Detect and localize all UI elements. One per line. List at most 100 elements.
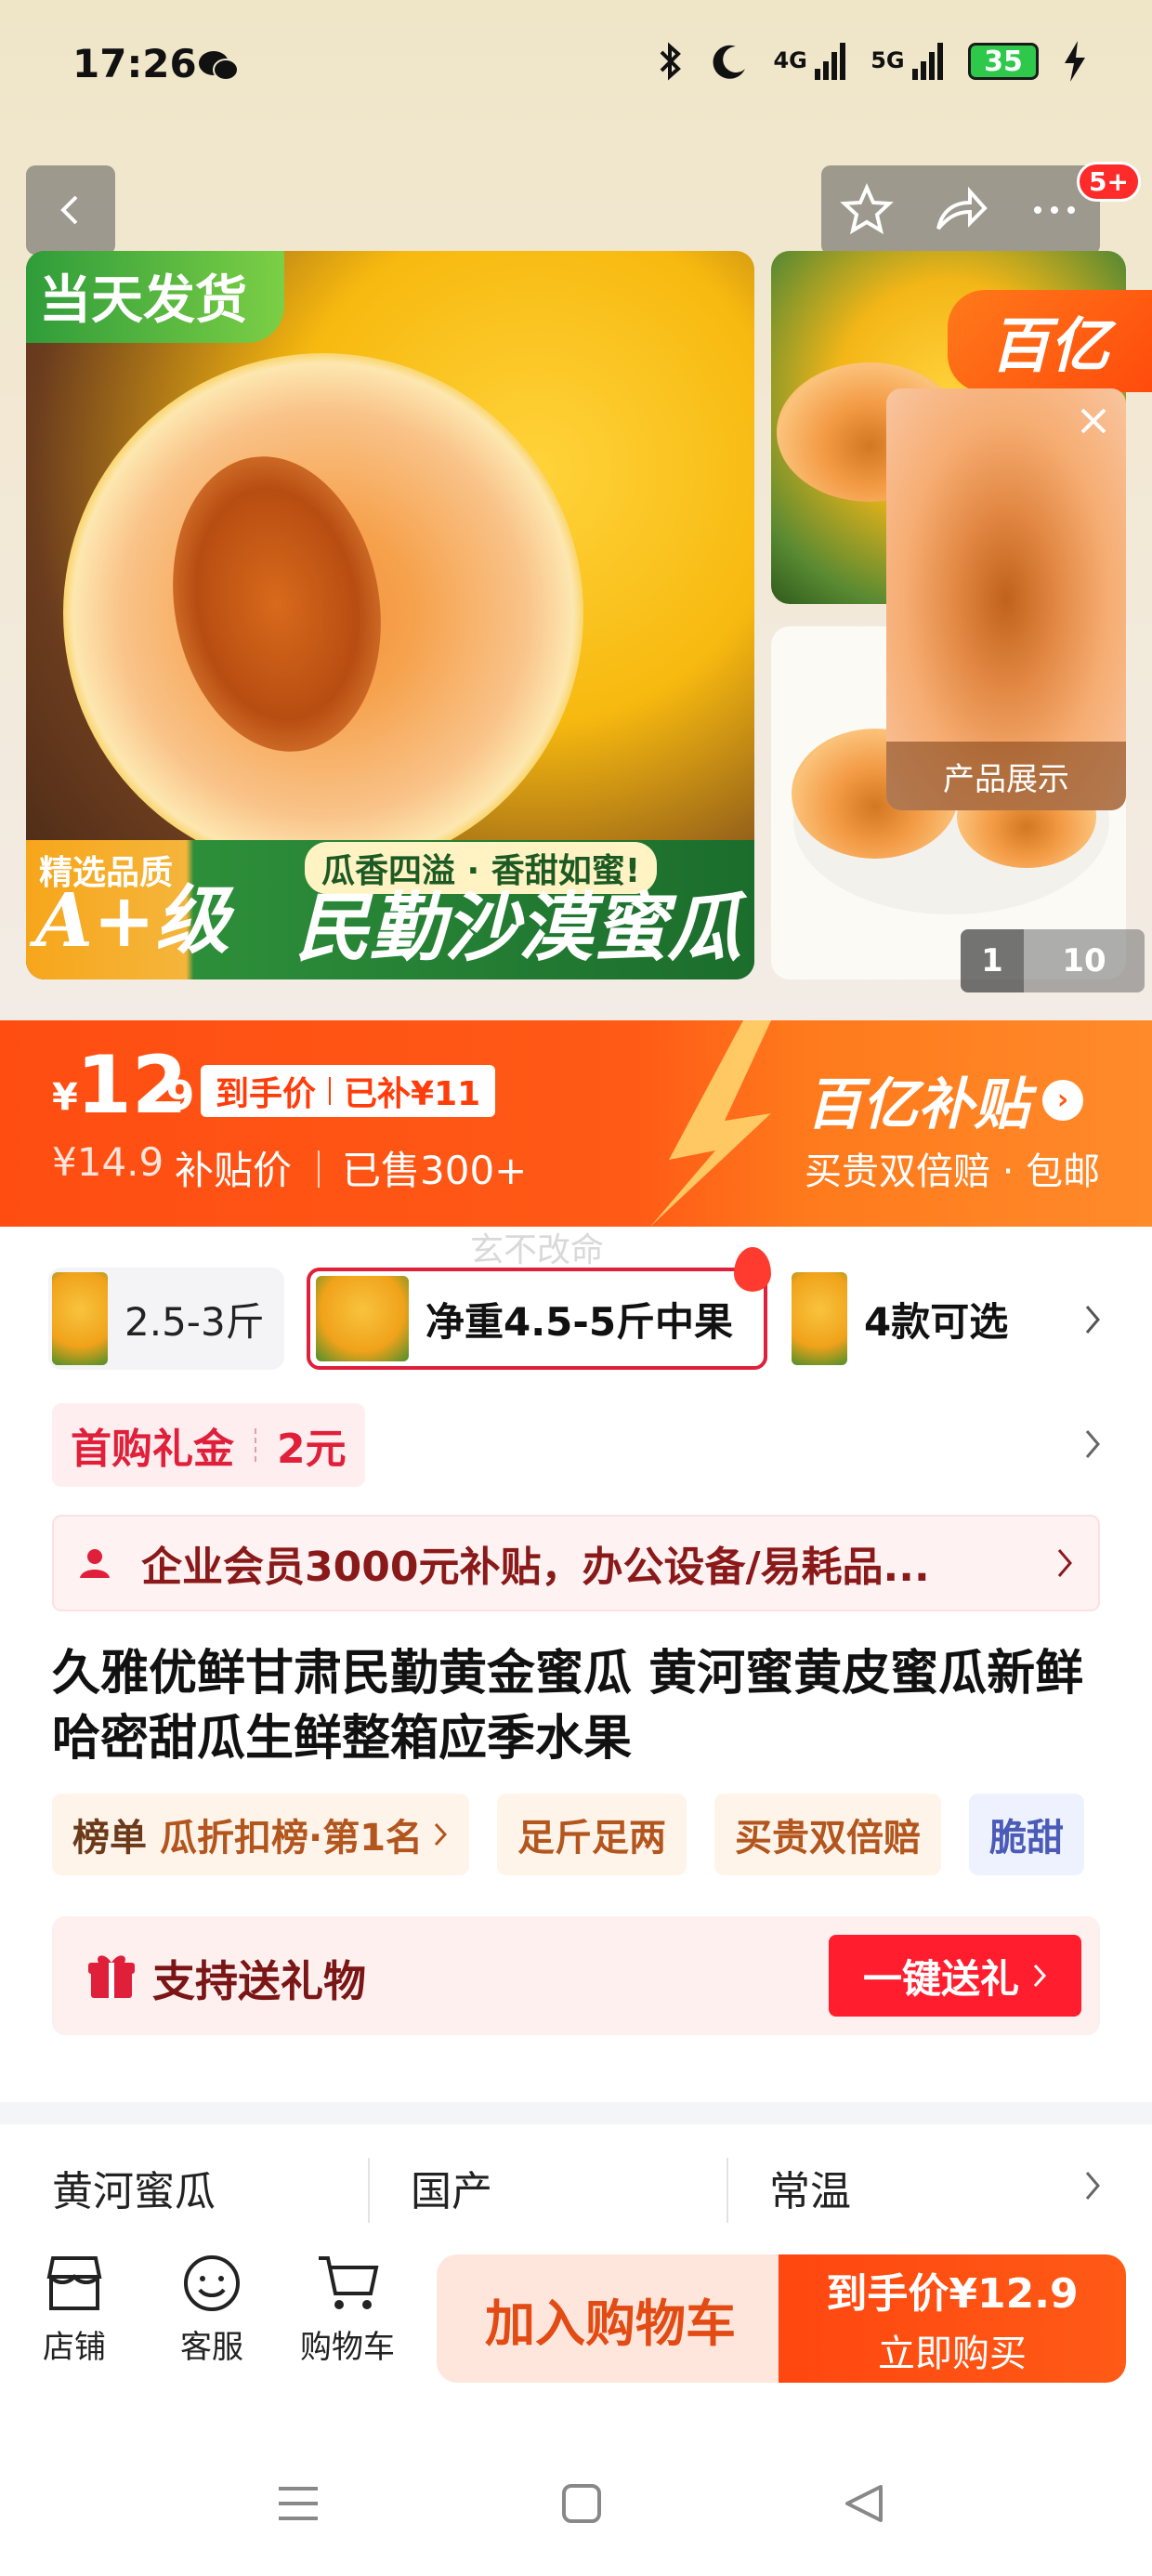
sold-count: 已售300+ bbox=[342, 1148, 528, 1193]
charging-icon bbox=[1065, 41, 1085, 82]
member-text: 企业会员3000元补贴，办公设备/易耗品... bbox=[141, 1544, 930, 1591]
buy-price-line: 到手价¥12.9 bbox=[826, 2260, 1078, 2320]
brand-badge: 百亿 bbox=[948, 290, 1152, 392]
star-icon[interactable] bbox=[839, 182, 895, 238]
bluetooth-icon bbox=[661, 42, 682, 81]
ranking-text: 瓜折扣榜·第1名 bbox=[160, 1817, 424, 1860]
chevron-right-icon bbox=[1085, 2172, 1100, 2200]
watermark-text: 玄不改命 bbox=[470, 1231, 605, 1269]
smile-icon bbox=[184, 2255, 240, 2311]
tag-divider bbox=[329, 1077, 332, 1105]
add-to-cart-button[interactable]: 加入购物车 bbox=[437, 2254, 784, 2383]
system-navigation-bar bbox=[0, 2416, 1152, 2576]
coupon-amount: 2元 bbox=[277, 1426, 347, 1473]
price-banner[interactable]: ¥ 12 .9 到手价 已补¥11 ¥14.9 补贴价 已售300+ 百亿补贴 … bbox=[0, 1020, 1152, 1227]
main-product-image[interactable]: 当天发货 精选品质 A+级 瓜香四溢 · 香甜如蜜! 民勤沙漠蜜瓜 bbox=[26, 251, 754, 979]
message-badge: 5+ bbox=[1077, 162, 1141, 202]
bottom-action-bar: 店铺 客服 购物车 加入购物车 到手价¥12.9 立即购买 bbox=[0, 2230, 1152, 2388]
home-icon[interactable] bbox=[561, 2483, 602, 2524]
close-video-button[interactable] bbox=[1061, 388, 1126, 453]
original-price: ¥14.9 bbox=[52, 1139, 164, 1185]
header-actions bbox=[821, 165, 1100, 255]
video-label: 产品展示 bbox=[886, 742, 1126, 810]
shop-label: 店铺 bbox=[43, 2329, 106, 2366]
variant-label: 净重4.5-5斤中果 bbox=[425, 1298, 734, 1345]
gift-icon bbox=[88, 1955, 135, 1998]
shop-icon bbox=[46, 2256, 102, 2310]
product-title: 久雅优鲜甘肃民勤黄金蜜瓜 黄河蜜黄皮蜜瓜新鲜哈密甜瓜生鲜整箱应季水果 bbox=[52, 1646, 1084, 1767]
chevron-right-icon bbox=[434, 1822, 448, 1847]
cart-icon bbox=[319, 2256, 379, 2309]
variant-thumbnail bbox=[316, 1276, 409, 1361]
customer-service-button[interactable]: 客服 bbox=[156, 2253, 268, 2367]
lightning-icon bbox=[650, 1020, 771, 1227]
hot-flame-icon bbox=[734, 1247, 771, 1292]
gift-section: 支持送礼物 一键送礼 bbox=[52, 1916, 1100, 2035]
send-gift-label: 一键送礼 bbox=[862, 1955, 1019, 2002]
coupon-label: 首购礼金 bbox=[71, 1426, 234, 1473]
chevron-right-icon[interactable] bbox=[1081, 1427, 1104, 1461]
wechat-icon bbox=[199, 51, 239, 81]
subsidy-amount: 已补¥11 bbox=[344, 1075, 481, 1113]
price-currency: ¥ bbox=[52, 1076, 78, 1119]
moon-icon bbox=[713, 45, 746, 79]
chevron-right-icon bbox=[1085, 1306, 1100, 1334]
chevron-right-icon bbox=[1057, 1549, 1072, 1577]
variant-thumbnail bbox=[792, 1272, 847, 1365]
variant-count-label: 4款可选 bbox=[864, 1298, 1009, 1345]
signal-5g-icon: 5G bbox=[871, 43, 944, 80]
cart-button[interactable]: 购物车 bbox=[292, 2253, 403, 2367]
variant-option-2[interactable]: 净重4.5-5斤中果 bbox=[307, 1247, 771, 1370]
gift-label: 支持送礼物 bbox=[152, 1956, 366, 2006]
buy-now-button[interactable]: 到手价¥12.9 立即购买 bbox=[779, 2254, 1126, 2383]
tag-crisp-sweet: 脆甜 bbox=[969, 1794, 1085, 1875]
spec-divider bbox=[368, 2158, 370, 2223]
spec-origin: 国产 bbox=[411, 2168, 492, 2215]
shop-button[interactable]: 店铺 bbox=[19, 2253, 130, 2367]
subsidy-brand-link[interactable]: 百亿补贴 › bbox=[806, 1059, 1083, 1140]
battery-icon: 35 bbox=[968, 43, 1039, 80]
same-day-shipping-tag: 当天发货 bbox=[26, 251, 284, 343]
variant-option-1[interactable]: 2.5-3斤 bbox=[48, 1268, 284, 1370]
first-purchase-coupon[interactable]: 首购礼金 2元 bbox=[52, 1403, 365, 1487]
more-icon[interactable] bbox=[1027, 182, 1082, 238]
quality-grade-label: A+级 bbox=[35, 876, 230, 964]
floating-video[interactable]: 产品展示 bbox=[886, 388, 1126, 810]
close-icon bbox=[1080, 408, 1106, 434]
enterprise-member-banner[interactable]: 企业会员3000元补贴，办公设备/易耗品... bbox=[52, 1515, 1100, 1611]
chevron-right-icon: › bbox=[1042, 1079, 1083, 1121]
user-icon bbox=[80, 1549, 110, 1578]
section-divider bbox=[0, 2102, 1152, 2124]
spec-divider bbox=[727, 2158, 728, 2223]
back-button[interactable] bbox=[26, 165, 115, 255]
menu-icon[interactable] bbox=[277, 2483, 320, 2524]
share-icon[interactable] bbox=[931, 182, 990, 238]
chevron-right-icon bbox=[1033, 1964, 1047, 1988]
product-gallery: 17:26 4G 5G 35 5+ 当天发货 精选品质 A+级 瓜香四溢 · 香… bbox=[0, 0, 1152, 1022]
tag-double-refund: 买贵双倍赔 bbox=[714, 1794, 942, 1875]
variant-more-option[interactable]: 4款可选 bbox=[788, 1268, 1104, 1370]
final-price-tag: 到手价 已补¥11 bbox=[201, 1065, 496, 1117]
chevron-left-icon bbox=[60, 195, 78, 225]
spec-variety: 黄河蜜瓜 bbox=[52, 2168, 216, 2215]
variant-label: 2.5-3斤 bbox=[124, 1298, 265, 1345]
service-label: 客服 bbox=[180, 2329, 243, 2366]
buy-price-label: 到手价 bbox=[826, 2270, 949, 2318]
quality-banner: 精选品质 A+级 瓜香四溢 · 香甜如蜜! 民勤沙漠蜜瓜 bbox=[26, 840, 754, 979]
signal-4g-icon: 4G bbox=[773, 43, 846, 80]
back-nav-icon[interactable] bbox=[844, 2483, 884, 2524]
product-image-name: 民勤沙漠蜜瓜 bbox=[295, 884, 741, 971]
ranking-tag[interactable]: 榜单 瓜折扣榜·第1名 bbox=[52, 1794, 470, 1875]
price-decimal: .9 bbox=[151, 1072, 195, 1120]
status-time: 17:26 bbox=[72, 41, 197, 86]
image-counter-current: 1 bbox=[961, 929, 1024, 992]
variant-thumbnail bbox=[52, 1272, 108, 1365]
status-bar: 17:26 4G 5G 35 bbox=[0, 0, 1152, 139]
send-gift-button[interactable]: 一键送礼 bbox=[829, 1935, 1081, 2017]
image-counter: 1 10 bbox=[961, 929, 1145, 992]
price-divider bbox=[318, 1150, 320, 1188]
cart-label: 购物车 bbox=[300, 2329, 395, 2366]
guarantee-text: 买贵双倍赔 · 包邮 bbox=[805, 1150, 1101, 1193]
subsidy-brand-label: 百亿补贴 bbox=[806, 1072, 1029, 1137]
status-icons: 4G 5G 35 bbox=[656, 41, 1087, 82]
